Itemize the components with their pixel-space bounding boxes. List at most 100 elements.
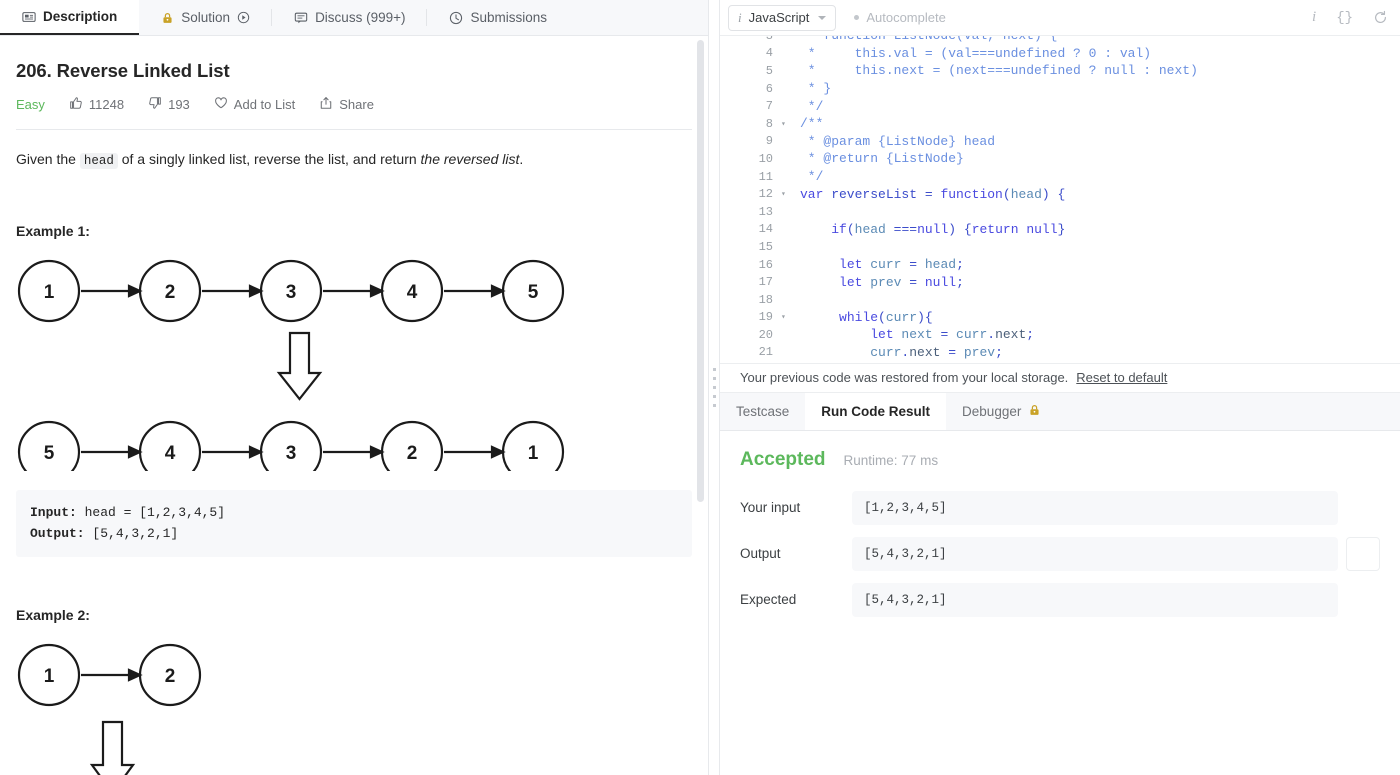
svg-text:2: 2 — [407, 443, 418, 464]
run-result-body: Accepted Runtime: 77 ms Your input [1,2,3… — [720, 430, 1400, 775]
code-text: /** — [800, 116, 824, 132]
verdict-row: Accepted Runtime: 77 ms — [740, 449, 1380, 471]
language-label: JavaScript — [748, 10, 810, 25]
code-line[interactable]: 3 * function ListNode(val, next) { — [720, 36, 1400, 45]
problem-panel: Description Solution Discuss (999+) Subm… — [0, 0, 708, 775]
code-text: while(curr){ — [839, 309, 933, 325]
code-text: * this.next = (next===undefined ? null :… — [800, 63, 1198, 79]
code-text: var reverseList = function(head) { — [800, 186, 1066, 202]
code-line[interactable]: 9 * @param {ListNode} head — [720, 133, 1400, 151]
result-io-value: [5,4,3,2,1] — [852, 582, 1338, 617]
code-text: let prev = null; — [839, 274, 964, 290]
autocomplete-toggle[interactable]: Autocomplete — [854, 10, 946, 25]
lock-icon — [161, 11, 174, 25]
line-number: 8 — [765, 116, 773, 131]
code-text: * this.val = (val===undefined ? 0 : val) — [800, 45, 1152, 61]
fold-toggle-icon[interactable]: ▾ — [780, 189, 791, 199]
svg-text:3: 3 — [286, 443, 297, 464]
tab-run-code-result[interactable]: Run Code Result — [805, 392, 947, 430]
tab-debugger[interactable]: Debugger — [946, 393, 1057, 430]
code-line[interactable]: 18 — [720, 291, 1400, 309]
autocomplete-label: Autocomplete — [866, 10, 946, 25]
result-io-value: [5,4,3,2,1] — [852, 536, 1338, 571]
format-code-icon[interactable]: {} — [1336, 10, 1353, 26]
svg-text:2: 2 — [165, 282, 176, 303]
line-number: 7 — [765, 99, 773, 114]
code-line[interactable]: 13 — [720, 203, 1400, 221]
difficulty-label: Easy — [16, 97, 45, 112]
tab-run-code-result-label: Run Code Result — [821, 403, 931, 419]
code-line[interactable]: 21 curr.next = prev; — [720, 344, 1400, 362]
fold-toggle-icon[interactable]: ▾ — [780, 312, 791, 322]
like-button[interactable]: 11248 — [69, 96, 124, 113]
code-line[interactable]: 12 ▾ var reverseList = function(head) { — [720, 185, 1400, 203]
code-text: * function ListNode(val, next) { — [791, 36, 1058, 43]
svg-text:2: 2 — [165, 666, 176, 687]
code-editor[interactable]: 3 * function ListNode(val, next) {4 * th… — [720, 36, 1400, 363]
code-line[interactable]: 17 let prev = null; — [720, 273, 1400, 291]
tab-solution[interactable]: Solution — [139, 0, 272, 35]
code-line[interactable]: 11 */ — [720, 168, 1400, 186]
code-line[interactable]: 6 * } — [720, 80, 1400, 98]
example-2-diagram: 12 21 — [16, 637, 692, 775]
line-number: 5 — [765, 63, 773, 78]
svg-text:5: 5 — [44, 443, 55, 464]
code-line[interactable]: 14 if(head ===null) {return null} — [720, 221, 1400, 239]
code-line[interactable]: 5 * this.next = (next===undefined ? null… — [720, 62, 1400, 80]
panel-splitter[interactable] — [708, 0, 720, 775]
code-line[interactable]: 16 let curr = head; — [720, 256, 1400, 274]
reset-icon[interactable] — [1373, 10, 1388, 25]
svg-text:5: 5 — [528, 282, 539, 303]
language-selector[interactable]: i JavaScript — [728, 4, 837, 31]
line-number: 21 — [758, 345, 773, 360]
line-number: 20 — [758, 327, 773, 342]
code-line[interactable]: 7 */ — [720, 97, 1400, 115]
code-line[interactable]: 4 * this.val = (val===undefined ? 0 : va… — [720, 45, 1400, 63]
tab-description[interactable]: Description — [0, 0, 140, 35]
restore-notice: Your previous code was restored from you… — [720, 362, 1400, 393]
svg-text:1: 1 — [528, 443, 539, 464]
dislike-button[interactable]: 193 — [148, 96, 190, 113]
code-line[interactable]: 10 * @return {ListNode} — [720, 150, 1400, 168]
statement-prefix: Given the — [16, 151, 80, 167]
fold-toggle-icon[interactable]: ▾ — [780, 119, 791, 129]
share-button[interactable]: Share — [319, 96, 374, 113]
reset-to-default-link[interactable]: Reset to default — [1076, 370, 1167, 385]
problem-statement: Given the head of a singly linked list, … — [16, 148, 692, 171]
tab-testcase[interactable]: Testcase — [720, 393, 805, 430]
copy-output-button[interactable] — [1346, 536, 1380, 571]
page-title: 206. Reverse Linked List — [16, 60, 230, 81]
line-number: 4 — [765, 46, 773, 61]
code-text: * @param {ListNode} head — [800, 133, 996, 149]
code-text: let curr = head; — [839, 257, 964, 273]
tab-discuss[interactable]: Discuss (999+) — [272, 0, 428, 35]
code-line[interactable]: 8 ▾ /** — [720, 115, 1400, 133]
thumbs-up-icon — [69, 96, 83, 113]
code-line[interactable]: 15 — [720, 238, 1400, 256]
result-io-label: Output — [740, 546, 781, 561]
svg-text:4: 4 — [407, 282, 418, 303]
line-number: 12 — [758, 187, 773, 202]
problem-content-scroll[interactable]: 206. Reverse Linked List Easy 11248 193 — [0, 36, 708, 775]
code-line[interactable]: 22 prev = curr; — [720, 361, 1400, 362]
tab-solution-label: Solution — [181, 10, 231, 25]
code-line[interactable]: 20 let next = curr.next; — [720, 326, 1400, 344]
line-number: 19 — [758, 310, 773, 325]
result-io-label: Your input — [740, 500, 801, 515]
code-text: curr.next = prev; — [800, 344, 1003, 360]
add-to-list-button[interactable]: Add to List — [214, 96, 295, 113]
node-label: 1 — [44, 282, 55, 303]
problem-tabbar: Description Solution Discuss (999+) Subm… — [0, 0, 708, 36]
tab-debugger-label: Debugger — [962, 403, 1022, 419]
runtime-label: Runtime: 77 ms — [843, 452, 939, 468]
result-io-value: [1,2,3,4,5] — [852, 490, 1338, 525]
thumbs-down-icon — [148, 96, 162, 113]
info-icon[interactable]: i — [1312, 9, 1316, 26]
line-number: 10 — [758, 151, 773, 166]
statement-suffix: . — [519, 151, 524, 167]
problem-scrollbar[interactable] — [697, 40, 704, 502]
code-line[interactable]: 19 ▾ while(curr){ — [720, 309, 1400, 327]
play-circle-icon — [237, 11, 250, 24]
example-1-io: Input: head = [1,2,3,4,5] Output: [5,4,3… — [16, 490, 692, 557]
tab-submissions[interactable]: Submissions — [427, 0, 569, 35]
